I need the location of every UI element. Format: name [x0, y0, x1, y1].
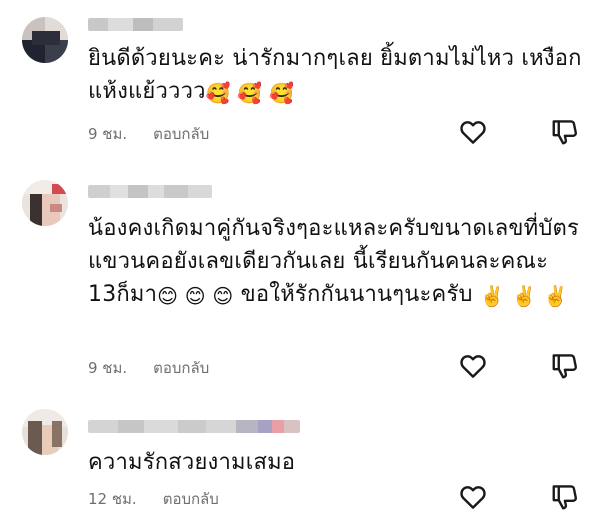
dislike-thumbs-down-icon[interactable] [550, 351, 580, 381]
dislike-thumbs-down-icon[interactable] [550, 117, 580, 147]
comment-time: 12 ชม. [88, 490, 137, 508]
comment-time: 9 ชม. [88, 359, 128, 377]
comment-text: น้องคงเกิดมาคู่กันจริงๆอะแหละครับขนาดเลข… [88, 216, 580, 308]
comment-meta: 9 ชม. ตอบกลับ [88, 122, 209, 146]
reply-button[interactable]: ตอบกลับ [153, 122, 209, 146]
like-heart-icon[interactable] [458, 482, 488, 512]
comment-item: ยินดีด้วยนะคะ น่ารักมากๆเลย ยิ้มตามไม่ไห… [0, 0, 600, 160]
username-blurred[interactable] [88, 185, 212, 198]
reply-button[interactable]: ตอบกลับ [153, 356, 209, 380]
avatar[interactable] [22, 409, 68, 455]
dislike-thumbs-down-icon[interactable] [550, 482, 580, 512]
avatar[interactable] [22, 17, 68, 63]
avatar[interactable] [22, 180, 68, 226]
like-heart-icon[interactable] [458, 117, 488, 147]
username-blurred[interactable] [88, 18, 183, 31]
victory-hand-emoji: ✌️ ✌️ ✌️ [479, 284, 569, 308]
smiling-face-hearts-emoji: 🥰 🥰 🥰 [205, 81, 295, 105]
comment-item: น้องคงเกิดมาคู่กันจริงๆอะแหละครับขนาดเลข… [0, 160, 600, 390]
comment-time: 9 ชม. [88, 125, 128, 143]
comment-text: ความรักสวยงามเสมอ [88, 450, 296, 475]
smiling-face-emoji: 😊 😊 😊 [157, 284, 234, 308]
comment-text: ยินดีด้วยนะคะ น่ารักมากๆเลย ยิ้มตามไม่ไห… [88, 46, 582, 105]
reply-button[interactable]: ตอบกลับ [163, 487, 219, 511]
comment-item: ความรักสวยงามเสมอ 12 ชม. ตอบกลับ [0, 390, 600, 525]
username-blurred[interactable] [88, 420, 300, 433]
comment-meta: 9 ชม. ตอบกลับ [88, 356, 209, 380]
like-heart-icon[interactable] [458, 351, 488, 381]
comment-meta: 12 ชม. ตอบกลับ [88, 487, 219, 511]
